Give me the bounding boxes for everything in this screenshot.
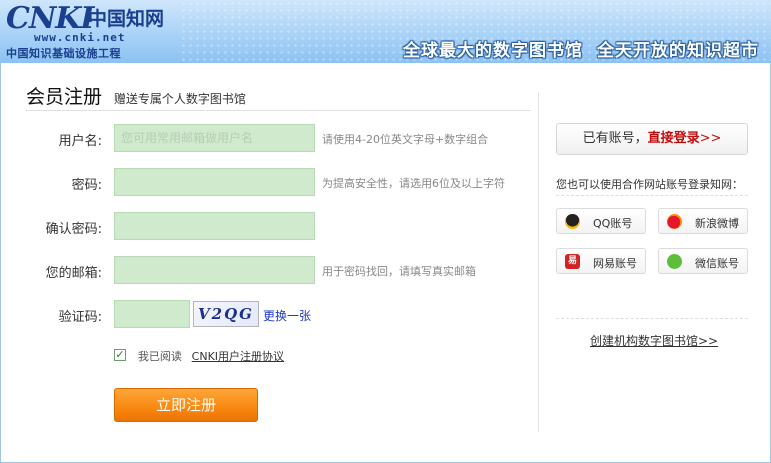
weibo-icon xyxy=(667,214,682,229)
page-title: 会员注册 xyxy=(26,86,103,108)
login-prefix: 已有账号， xyxy=(582,131,648,146)
qq-login-button[interactable]: QQ账号 xyxy=(556,208,646,234)
email-input[interactable] xyxy=(114,256,315,284)
password-row: 密码: 为提高安全性，请选用6位及以上字符 xyxy=(0,168,538,196)
header-slogan: 全球最大的数字图书馆 全天开放的知识超市 xyxy=(403,36,759,61)
password-input[interactable] xyxy=(114,168,315,196)
wechat-icon xyxy=(667,254,682,269)
email-row: 您的邮箱: 用于密码找回，请填写真实邮箱 xyxy=(0,256,538,284)
create-org-library-link[interactable]: 创建机构数字图书馆>> xyxy=(590,332,718,349)
weibo-label: 新浪微博 xyxy=(695,217,739,230)
email-hint: 用于密码找回，请填写真实邮箱 xyxy=(322,265,476,278)
username-hint: 请使用4-20位英文字母+数字组合 xyxy=(322,133,489,146)
register-button[interactable]: 立即注册 xyxy=(114,388,258,422)
netease-login-button[interactable]: 易 网易账号 xyxy=(556,248,646,274)
slogan-left: 全球最大的数字图书馆 xyxy=(403,41,583,61)
site-header: CNKI 中国知网 www.cnki.net 中国知识基础设施工程 全球最大的数… xyxy=(0,0,771,63)
logo-url: www.cnki.net xyxy=(34,31,126,44)
password-hint: 为提高安全性，请选用6位及以上字符 xyxy=(322,177,505,190)
wechat-label: 微信账号 xyxy=(695,257,739,270)
password-label: 密码: xyxy=(71,178,102,193)
captcha-refresh-link[interactable]: 更换一张 xyxy=(263,307,311,324)
captcha-input[interactable] xyxy=(114,300,190,328)
cnki-logo[interactable]: CNKI 中国知网 www.cnki.net 中国知识基础设施工程 xyxy=(6,1,176,61)
captcha-label: 验证码: xyxy=(58,310,102,325)
agreement-row: ✓ 我已阅读 CNKI用户注册协议 xyxy=(114,348,284,364)
netease-label: 网易账号 xyxy=(593,257,637,270)
confirm-password-row: 确认密码: xyxy=(0,212,538,240)
partner-login-title: 您也可以使用合作网站账号登录知网： xyxy=(556,178,743,191)
logo-mark: CNKI xyxy=(6,1,94,36)
email-label: 您的邮箱: xyxy=(45,266,102,281)
partner-divider xyxy=(556,195,748,196)
login-link-text: 直接登录 xyxy=(647,131,700,146)
confirm-password-input[interactable] xyxy=(114,212,315,240)
agree-checkbox[interactable]: ✓ xyxy=(114,349,126,361)
username-label: 用户名: xyxy=(58,134,102,149)
logo-subtitle: 中国知识基础设施工程 xyxy=(6,47,121,60)
login-arrows: >> xyxy=(699,131,722,146)
agreement-link[interactable]: CNKI用户注册协议 xyxy=(192,350,284,363)
qq-label: QQ账号 xyxy=(593,217,633,230)
username-input[interactable] xyxy=(114,124,315,152)
agree-text: 我已阅读 xyxy=(137,350,182,363)
qq-icon xyxy=(565,214,580,229)
captcha-row: 验证码: V2QG 更换一张 xyxy=(0,300,538,328)
login-button[interactable]: 已有账号，直接登录>> xyxy=(556,123,748,155)
column-divider xyxy=(538,92,539,432)
netease-icon: 易 xyxy=(565,254,580,269)
confirm-password-label: 确认密码: xyxy=(45,222,102,237)
logo-cn-name: 中国知网 xyxy=(88,8,165,30)
title-divider xyxy=(26,110,531,111)
page-subtitle: 赠送专属个人数字图书馆 xyxy=(113,92,246,106)
org-divider xyxy=(556,318,748,319)
wechat-login-button[interactable]: 微信账号 xyxy=(658,248,748,274)
captcha-image[interactable]: V2QG xyxy=(193,301,259,327)
username-row: 用户名: 请使用4-20位英文字母+数字组合 xyxy=(0,124,538,152)
page-title-row: 会员注册 赠送专属个人数字图书馆 xyxy=(26,82,246,109)
weibo-login-button[interactable]: 新浪微博 xyxy=(658,208,748,234)
slogan-right: 全天开放的知识超市 xyxy=(597,41,759,61)
